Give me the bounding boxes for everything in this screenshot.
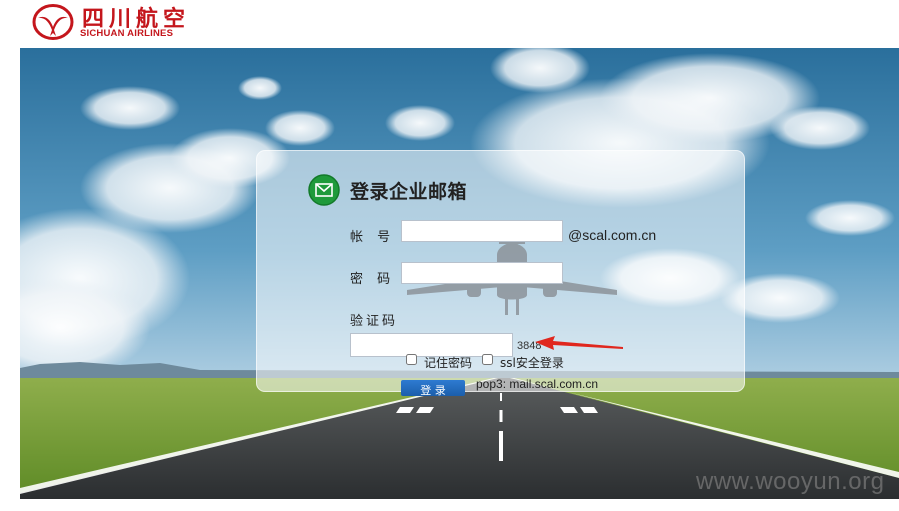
pop3-server-info: pop3: mail.scal.com.cn (476, 377, 599, 391)
envelope-icon (308, 174, 340, 206)
red-arrow-annotation (535, 336, 623, 350)
watermark: www.wooyun.org (696, 468, 885, 495)
remember-password-label: 记住密码 (424, 356, 473, 370)
password-label: 密 码 (350, 272, 396, 287)
domain-suffix: @scal.com.cn (568, 227, 657, 243)
account-label: 帐 号 (350, 230, 396, 245)
ssl-login-checkbox[interactable] (482, 354, 493, 365)
mail-login-page: 四川航空 SICHUAN AIRLINES 登录企业邮箱 帐 号 @scal.c… (0, 0, 899, 511)
login-button[interactable]: 登 录 (401, 380, 465, 396)
login-title: 登录企业邮箱 (350, 181, 468, 203)
remember-password-checkbox[interactable] (406, 354, 417, 365)
password-input[interactable] (401, 262, 563, 284)
brand-name-en: SICHUAN AIRLINES (80, 28, 174, 39)
captcha-label: 验证码 (350, 314, 399, 329)
ssl-login-label: ssl安全登录 (500, 356, 564, 370)
brand-logo[interactable]: 四川航空 SICHUAN AIRLINES (30, 2, 200, 42)
swallow-logo-icon (32, 4, 74, 40)
login-panel: 登录企业邮箱 帐 号 @scal.com.cn 密 码 验证码 3848 记住密… (256, 150, 745, 396)
account-input[interactable] (401, 220, 563, 242)
